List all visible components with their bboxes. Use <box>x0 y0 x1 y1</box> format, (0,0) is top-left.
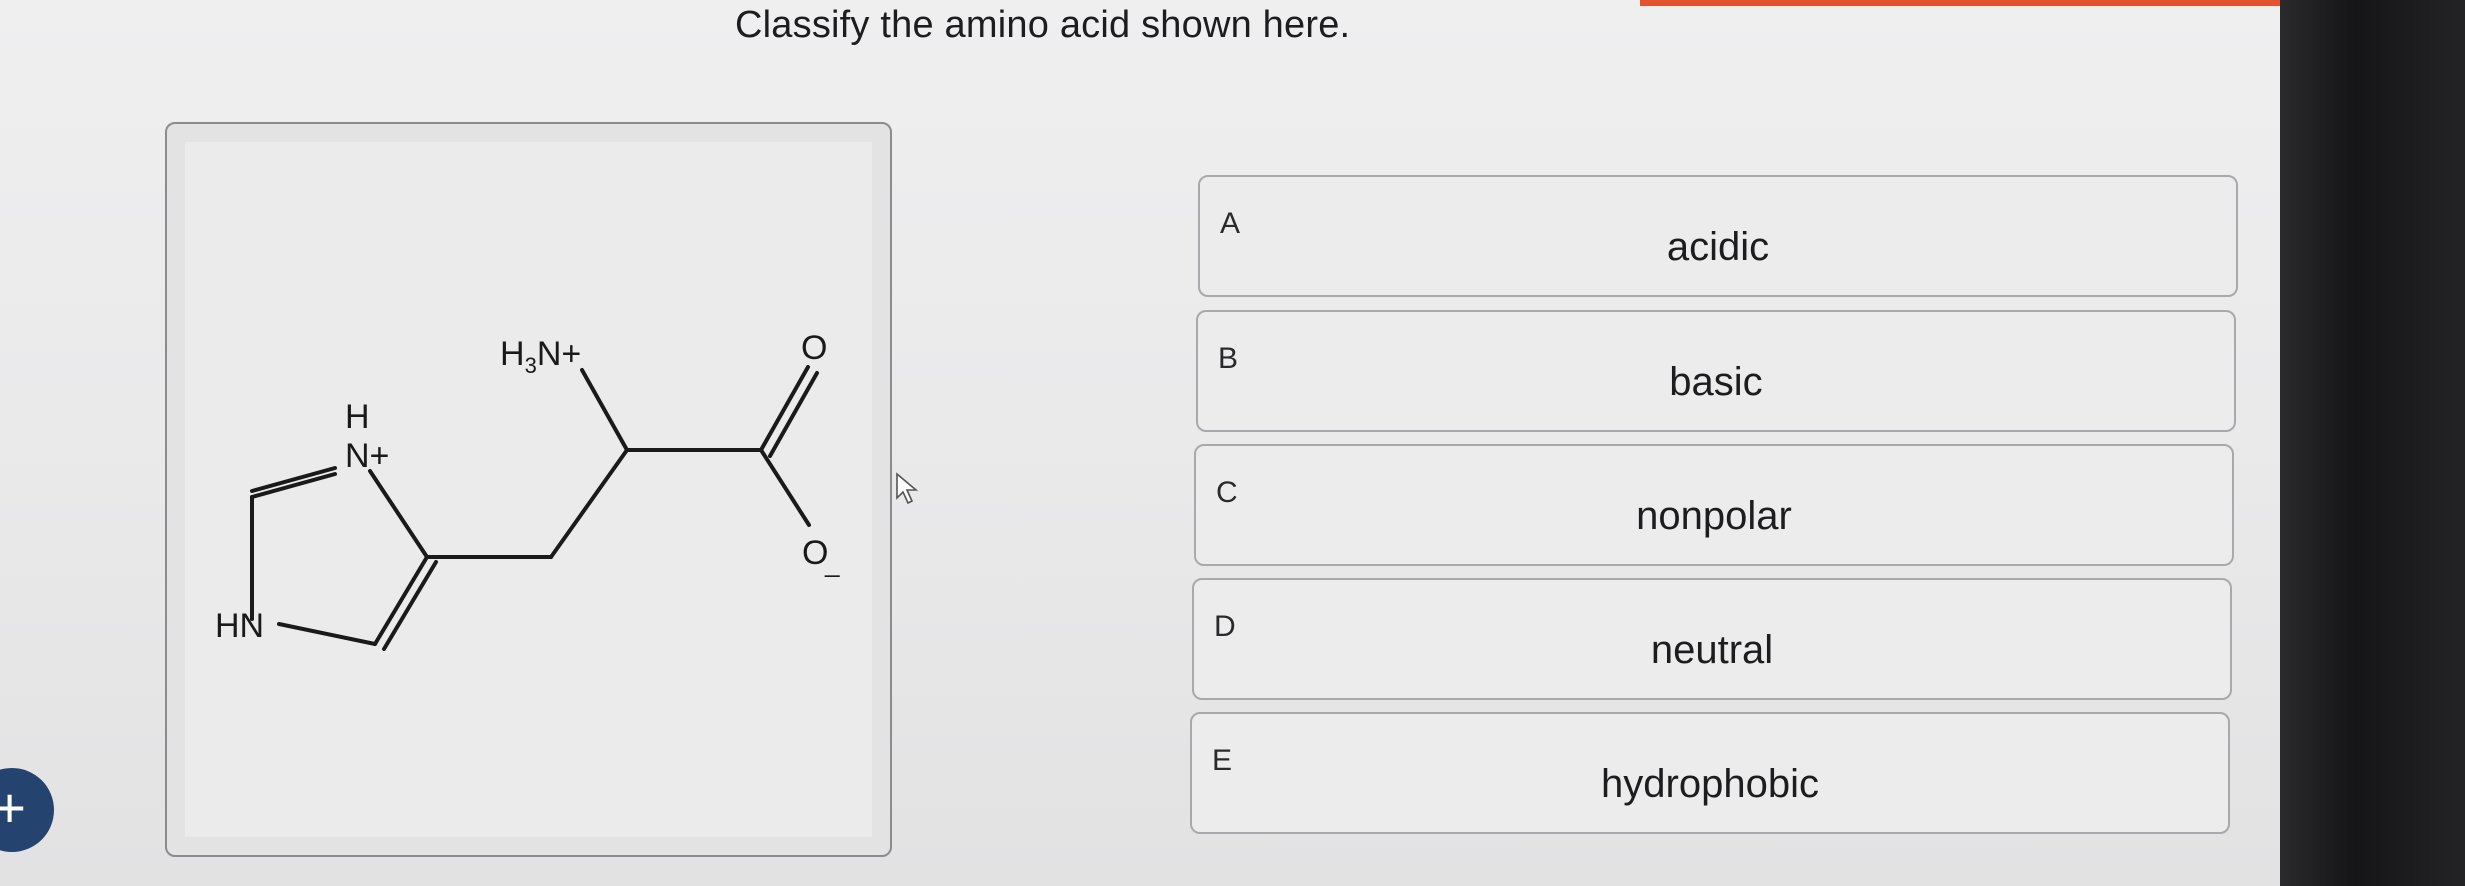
bond <box>759 448 811 527</box>
ring-nitrogen-charged-label: N+ <box>345 437 389 475</box>
option-label: neutral <box>1650 628 1774 672</box>
ring-nh-label: HN <box>215 607 264 645</box>
option-label: hydrophobic <box>1601 762 1819 806</box>
bond <box>549 448 629 559</box>
option-label: nonpolar <box>1636 494 1792 538</box>
histidine-structure: H3N+ O O _ H N+ HN <box>215 329 840 651</box>
bond <box>580 368 629 452</box>
question-text: Classify the amino acid shown here. <box>735 4 1351 46</box>
structure-image: H3N+ O O _ H N+ HN <box>185 142 872 837</box>
option-b[interactable]: B basic <box>1196 310 2236 432</box>
screen-bezel <box>2280 0 2465 886</box>
amine-group-label: H3N+ <box>500 335 581 378</box>
bond <box>277 622 377 646</box>
bond <box>368 469 429 559</box>
add-button[interactable]: + <box>0 768 54 852</box>
option-a[interactable]: A acidic <box>1198 175 2238 297</box>
carbonyl-oxygen-label: O <box>801 329 827 367</box>
option-e[interactable]: E hydrophobic <box>1190 712 2230 834</box>
ring-nitrogen-h-label: H <box>345 398 370 436</box>
mouse-pointer-icon <box>896 472 919 505</box>
structure-image-frame: H3N+ O O _ H N+ HN <box>165 122 892 857</box>
option-c[interactable]: C nonpolar <box>1194 444 2234 566</box>
bond <box>768 371 819 458</box>
bond <box>373 555 429 646</box>
option-d[interactable]: D neutral <box>1192 578 2232 700</box>
screen: Classify the amino acid shown here. H3N+… <box>0 0 2280 886</box>
bond <box>382 560 438 651</box>
top-accent-bar <box>1640 0 2280 6</box>
option-label: acidic <box>1666 225 1770 269</box>
bond <box>759 365 810 452</box>
option-label: basic <box>1669 360 1763 404</box>
carboxylate-charge-label: _ <box>824 548 840 578</box>
